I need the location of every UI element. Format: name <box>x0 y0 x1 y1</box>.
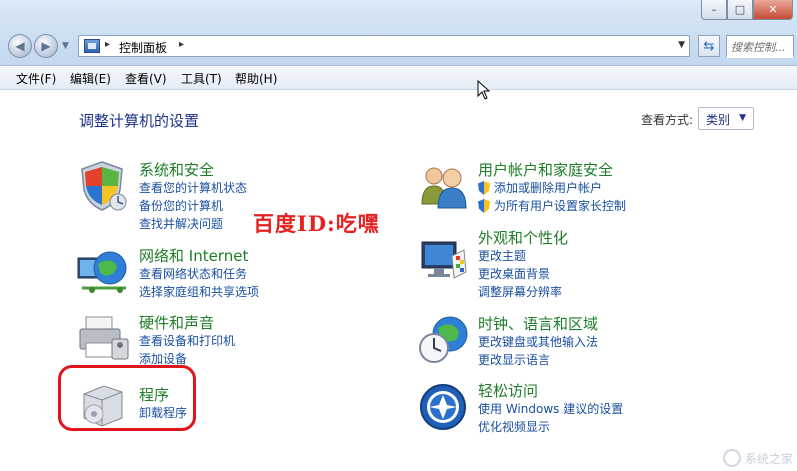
view-by-select[interactable]: 类别 ▼ <box>698 107 754 130</box>
minimize-button[interactable]: – <box>701 0 727 20</box>
category-ease-of-access: 轻松访问 使用 Windows 建议的设置 优化视频显示 <box>478 382 623 436</box>
link-windows-recommended-settings[interactable]: 使用 Windows 建议的设置 <box>478 400 623 418</box>
close-button[interactable]: ✕ <box>753 0 793 20</box>
breadcrumb-separator-2[interactable]: ▸ <box>179 39 184 50</box>
link-desktop-background[interactable]: 更改桌面背景 <box>478 265 568 283</box>
forward-button[interactable]: ▶ <box>34 34 58 58</box>
category-system-security: 系统和安全 查看您的计算机状态 备份您的计算机 查找并解决问题 <box>139 161 247 233</box>
menu-tools[interactable]: 工具(T) <box>181 70 222 87</box>
monitor-palette-icon <box>421 241 467 279</box>
link-screen-resolution[interactable]: 调整屏幕分辨率 <box>478 283 568 301</box>
menu-help[interactable]: 帮助(H) <box>235 70 277 87</box>
highlight-circle <box>58 365 196 431</box>
link-backup-computer[interactable]: 备份您的计算机 <box>139 197 247 215</box>
category-network-internet: 网络和 Internet 查看网络状态和任务 选择家庭组和共享选项 <box>139 247 259 301</box>
breadcrumb-separator[interactable]: ▸ <box>105 39 110 50</box>
link-view-devices-printers[interactable]: 查看设备和打印机 <box>139 332 235 350</box>
category-title[interactable]: 轻松访问 <box>478 382 623 400</box>
menu-file[interactable]: 文件(F) <box>16 70 56 87</box>
link-change-keyboard[interactable]: 更改键盘或其他输入法 <box>478 333 598 351</box>
address-bar[interactable]: ▸ 控制面板 ▸ ▼ <box>78 35 690 57</box>
back-button[interactable]: ◀ <box>8 34 32 58</box>
category-hardware-sound: 硬件和声音 查看设备和打印机 添加设备 <box>139 314 235 368</box>
category-user-accounts: 用户帐户和家庭安全 添加或删除用户帐户 为所有用户设置家长控制 <box>478 161 626 215</box>
users-icon <box>421 167 467 209</box>
maximize-button[interactable]: □ <box>727 0 753 20</box>
address-dropdown-icon[interactable]: ▼ <box>678 40 685 50</box>
link-change-theme[interactable]: 更改主题 <box>478 247 568 265</box>
category-title[interactable]: 网络和 Internet <box>139 247 259 265</box>
shield-flag-icon <box>81 161 127 211</box>
category-clock-language: 时钟、语言和区域 更改键盘或其他输入法 更改显示语言 <box>478 315 598 369</box>
page-title: 调整计算机的设置 <box>79 112 200 130</box>
recent-pages-dropdown[interactable]: ▼ <box>62 41 69 51</box>
printer-icon <box>79 316 129 360</box>
view-by-label: 查看方式: <box>641 113 694 127</box>
link-view-computer-status[interactable]: 查看您的计算机状态 <box>139 179 247 197</box>
arrow-right-icon: ▶ <box>41 39 51 53</box>
mouse-cursor-icon <box>477 80 491 100</box>
link-homegroup-sharing[interactable]: 选择家庭组和共享选项 <box>139 283 259 301</box>
category-title[interactable]: 用户帐户和家庭安全 <box>478 161 626 179</box>
view-by-value: 类别 <box>706 113 731 127</box>
category-title[interactable]: 时钟、语言和区域 <box>478 315 598 333</box>
uac-shield-icon <box>478 199 490 213</box>
breadcrumb-control-panel[interactable]: 控制面板 <box>119 39 167 56</box>
search-input[interactable] <box>727 37 793 58</box>
uac-shield-icon <box>478 181 490 195</box>
search-box[interactable] <box>726 35 794 58</box>
globe-network-icon <box>77 251 127 293</box>
menu-view[interactable]: 查看(V) <box>125 70 167 87</box>
control-panel-icon <box>84 39 100 53</box>
clock-globe-icon <box>419 316 468 363</box>
ease-of-access-icon <box>420 384 466 430</box>
link-view-network-status[interactable]: 查看网络状态和任务 <box>139 265 259 283</box>
control-panel-content: 调整计算机的设置 查看方式: 类别 ▼ 系统和安全 查看您的计算机状态 备份您的… <box>0 90 797 471</box>
link-add-remove-accounts[interactable]: 添加或删除用户帐户 <box>478 179 626 197</box>
menu-edit[interactable]: 编辑(E) <box>70 70 111 87</box>
link-parental-controls[interactable]: 为所有用户设置家长控制 <box>478 197 626 215</box>
link-optimize-video[interactable]: 优化视频显示 <box>478 418 623 436</box>
navigation-bar: ◀ ▶ ▼ ▸ 控制面板 ▸ ▼ ⇆ <box>6 32 794 60</box>
baidu-watermark: 百度ID:吃嘿 <box>253 211 380 236</box>
chevron-down-icon: ▼ <box>739 113 746 123</box>
category-title[interactable]: 硬件和声音 <box>139 314 235 332</box>
window-buttons: – □ ✕ <box>701 0 793 22</box>
corner-watermark: 系统之家 <box>722 449 793 467</box>
site-logo-icon <box>722 449 741 467</box>
menu-bar: 文件(F) 编辑(E) 查看(V) 工具(T) 帮助(H) <box>0 66 797 90</box>
refresh-button[interactable]: ⇆ <box>698 35 720 57</box>
corner-watermark-text: 系统之家 <box>744 451 793 466</box>
arrow-left-icon: ◀ <box>15 39 25 53</box>
category-title[interactable]: 系统和安全 <box>139 161 247 179</box>
category-title[interactable]: 外观和个性化 <box>478 229 568 247</box>
link-find-fix-problems[interactable]: 查找并解决问题 <box>139 215 247 233</box>
link-text: 为所有用户设置家长控制 <box>494 199 627 213</box>
link-text: 添加或删除用户帐户 <box>494 181 603 195</box>
window-chrome: – □ ✕ ◀ ▶ ▼ ▸ 控制面板 ▸ ▼ ⇆ <box>0 0 797 66</box>
refresh-icon: ⇆ <box>703 38 715 54</box>
link-display-language[interactable]: 更改显示语言 <box>478 351 598 369</box>
category-appearance: 外观和个性化 更改主题 更改桌面背景 调整屏幕分辨率 <box>478 229 568 301</box>
